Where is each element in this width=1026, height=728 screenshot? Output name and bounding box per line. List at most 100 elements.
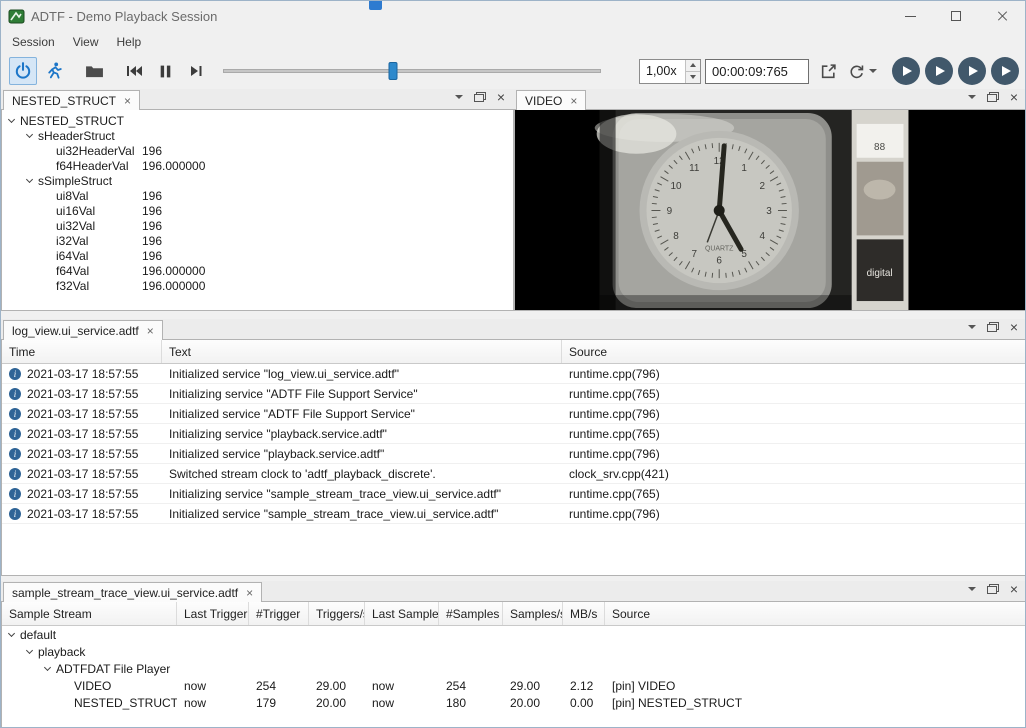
minimize-button[interactable] <box>887 1 933 31</box>
tree-expand-arrow[interactable] <box>61 681 70 690</box>
panel-float-icon[interactable] <box>987 322 999 332</box>
menu-view[interactable]: View <box>64 32 108 52</box>
panel-close-icon[interactable]: × <box>1010 320 1018 334</box>
column-header-time[interactable]: Time <box>2 340 162 363</box>
tree-row[interactable]: sSimpleStruct <box>2 173 513 188</box>
tree-expand-arrow[interactable] <box>25 647 34 656</box>
tree-row[interactable]: f64Val 196.000000 <box>2 263 513 278</box>
tab-close-icon[interactable]: × <box>570 95 577 107</box>
log-row[interactable]: i 2021-03-17 18:57:55 Initializing servi… <box>2 484 1026 504</box>
trace-row[interactable]: NESTED_STRUCT now 179 20.00 now 180 20.0… <box>2 694 1026 711</box>
tree-expand-arrow[interactable] <box>43 281 52 290</box>
menu-help[interactable]: Help <box>108 32 151 52</box>
panel-float-icon[interactable] <box>474 92 486 102</box>
column-header-source[interactable]: Source <box>562 340 1026 363</box>
tree-row[interactable]: i32Val 196 <box>2 233 513 248</box>
tree-expand-arrow[interactable] <box>43 191 52 200</box>
tab-nested-struct[interactable]: NESTED_STRUCT × <box>3 90 140 110</box>
tree-expand-arrow[interactable] <box>7 116 16 125</box>
tab-trace-view[interactable]: sample_stream_trace_view.ui_service.adtf… <box>3 582 262 602</box>
trace-row[interactable]: default <box>2 626 1026 643</box>
panel-menu-caret-icon[interactable] <box>455 95 463 99</box>
tree-row[interactable]: f32Val 196.000000 <box>2 278 513 293</box>
trace-row[interactable]: ADTFDAT File Player <box>2 660 1026 677</box>
tree-row[interactable]: i64Val 196 <box>2 248 513 263</box>
nav-circle-button-3[interactable] <box>958 57 986 85</box>
column-header-samples-per-s[interactable]: Samples/s <box>503 602 563 625</box>
tree-expand-arrow[interactable] <box>7 630 16 639</box>
column-header-num-trigger[interactable]: #Trigger <box>249 602 309 625</box>
open-file-button[interactable] <box>80 57 108 85</box>
column-header-last-sample[interactable]: Last Sample <box>365 602 439 625</box>
tab-close-icon[interactable]: × <box>147 325 154 337</box>
column-header-triggers-per-s[interactable]: Triggers/s <box>309 602 365 625</box>
tree-expand-arrow[interactable] <box>43 206 52 215</box>
column-header-text[interactable]: Text <box>162 340 562 363</box>
tree-expand-arrow[interactable] <box>43 664 52 673</box>
column-header-source[interactable]: Source <box>605 602 1026 625</box>
tree-row[interactable]: ui32Val 196 <box>2 218 513 233</box>
log-row[interactable]: i 2021-03-17 18:57:55 Switched stream cl… <box>2 464 1026 484</box>
speed-spinbox[interactable]: 1,00x <box>639 59 701 84</box>
pause-button[interactable] <box>151 57 179 85</box>
panel-menu-caret-icon[interactable] <box>968 325 976 329</box>
tree-expand-arrow[interactable] <box>43 221 52 230</box>
tree-expand-arrow[interactable] <box>43 266 52 275</box>
trace-row[interactable]: playback <box>2 643 1026 660</box>
panel-close-icon[interactable]: × <box>1010 90 1018 104</box>
time-display[interactable]: 00:00:09:765 <box>705 59 809 84</box>
tree-row[interactable]: ui32HeaderVal 196 <box>2 143 513 158</box>
panel-float-icon[interactable] <box>987 584 999 594</box>
loop-button[interactable] <box>843 58 869 84</box>
tree-expand-arrow[interactable] <box>25 176 34 185</box>
speed-increase-button[interactable] <box>686 60 700 72</box>
export-button[interactable] <box>815 58 841 84</box>
panel-close-icon[interactable]: × <box>497 90 505 104</box>
panel-menu-caret-icon[interactable] <box>968 587 976 591</box>
skip-to-end-button[interactable] <box>182 57 210 85</box>
column-header-last-trigger[interactable]: Last Trigger <box>177 602 249 625</box>
tree-row[interactable]: f64HeaderVal 196.000000 <box>2 158 513 173</box>
log-row[interactable]: i 2021-03-17 18:57:55 Initializing servi… <box>2 384 1026 404</box>
power-button[interactable] <box>9 57 37 85</box>
tree-row[interactable]: NESTED_STRUCT <box>2 113 513 128</box>
tree-expand-arrow[interactable] <box>25 131 34 140</box>
maximize-button[interactable] <box>933 1 979 31</box>
run-button[interactable] <box>40 57 68 85</box>
nav-circle-button-1[interactable] <box>892 57 920 85</box>
panel-float-icon[interactable] <box>987 92 999 102</box>
tab-close-icon[interactable]: × <box>124 95 131 107</box>
trace-row[interactable]: VIDEO now 254 29.00 now 254 29.00 2.12 [… <box>2 677 1026 694</box>
log-row[interactable]: i 2021-03-17 18:57:55 Initialized servic… <box>2 404 1026 424</box>
speed-decrease-button[interactable] <box>686 72 700 83</box>
panel-menu-caret-icon[interactable] <box>968 95 976 99</box>
skip-to-start-button[interactable] <box>120 57 148 85</box>
nav-circle-button-4[interactable] <box>991 57 1019 85</box>
timeline-track[interactable] <box>223 69 601 73</box>
tree-expand-arrow[interactable] <box>43 251 52 260</box>
tab-video[interactable]: VIDEO × <box>516 90 586 110</box>
nav-circle-button-2[interactable] <box>925 57 953 85</box>
tab-close-icon[interactable]: × <box>246 587 253 599</box>
tree-row[interactable]: ui16Val 196 <box>2 203 513 218</box>
tree-expand-arrow[interactable] <box>43 146 52 155</box>
close-button[interactable] <box>979 1 1025 31</box>
tree-expand-arrow[interactable] <box>61 698 70 707</box>
column-header-num-samples[interactable]: #Samples <box>439 602 503 625</box>
panel-close-icon[interactable]: × <box>1010 582 1018 596</box>
log-row[interactable]: i 2021-03-17 18:57:55 Initializing servi… <box>2 424 1026 444</box>
tree-row[interactable]: ui8Val 196 <box>2 188 513 203</box>
log-row[interactable]: i 2021-03-17 18:57:55 Initialized servic… <box>2 444 1026 464</box>
timeline-slider-handle[interactable] <box>389 62 398 80</box>
tree-expand-arrow[interactable] <box>43 236 52 245</box>
menu-session[interactable]: Session <box>3 32 64 52</box>
loop-dropdown-caret[interactable] <box>869 69 877 73</box>
tree-row[interactable]: sHeaderStruct <box>2 128 513 143</box>
column-header-sample-stream[interactable]: Sample Stream <box>2 602 177 625</box>
timeline-slider[interactable] <box>223 56 601 86</box>
column-header-mb-per-s[interactable]: MB/s <box>563 602 605 625</box>
tree-expand-arrow[interactable] <box>43 161 52 170</box>
log-row[interactable]: i 2021-03-17 18:57:55 Initialized servic… <box>2 504 1026 524</box>
tab-log-view[interactable]: log_view.ui_service.adtf × <box>3 320 163 340</box>
log-row[interactable]: i 2021-03-17 18:57:55 Initialized servic… <box>2 364 1026 384</box>
